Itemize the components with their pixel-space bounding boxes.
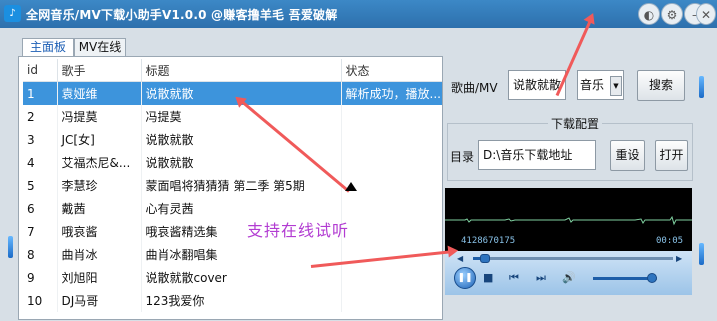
cell-artist: 艾福杰尼&... [57, 151, 142, 174]
tab-mv-online[interactable]: MV在线 [74, 38, 126, 56]
table-row[interactable]: 7 哦哀酱 哦哀酱精选集 [23, 220, 442, 243]
volume-slider[interactable] [593, 273, 657, 283]
search-type-select[interactable]: 音乐 ▼ [577, 70, 624, 100]
cell-id: 8 [23, 243, 58, 266]
cell-status [341, 197, 442, 220]
column-header-title[interactable]: 标题 [141, 59, 342, 82]
track-code: 4128670175 [461, 236, 516, 246]
time-display: 00:05 [656, 236, 684, 246]
cell-status [341, 128, 442, 151]
volume-level [593, 277, 652, 280]
cell-title: 123我爱你 [141, 289, 342, 312]
reset-button[interactable]: 重设 [610, 140, 645, 171]
cell-artist: 冯提莫 [57, 105, 142, 128]
cell-status [341, 105, 442, 128]
cell-title: 蒙面唱将猜猜猜 第二季 第5期 [141, 174, 342, 197]
search-type-value: 音乐 [580, 78, 605, 92]
cell-status [341, 220, 442, 243]
open-button[interactable]: 打开 [655, 140, 688, 171]
results-table: id 歌手 标题 状态 1 袁娅维 说散就散 解析成功，播放... 2 冯提莫 冯提莫 3 JC… [23, 59, 442, 312]
previous-icon[interactable]: ⏮ [509, 269, 519, 287]
right-scroll-handle-top[interactable] [699, 76, 704, 98]
cell-id: 2 [23, 105, 58, 128]
cell-artist: 曲肖冰 [57, 243, 142, 266]
volume-icon[interactable]: 🔊 [562, 269, 576, 287]
cell-id: 9 [23, 266, 58, 289]
search-label: 歌曲/MV [451, 81, 498, 95]
results-panel: id 歌手 标题 状态 1 袁娅维 说散就散 解析成功，播放... 2 冯提莫 冯提莫 3 JC… [18, 56, 443, 320]
cell-id: 1 [23, 81, 58, 105]
cell-status [341, 266, 442, 289]
stop-icon[interactable]: ■ [483, 269, 493, 287]
cell-title: 说散就散cover [141, 266, 342, 289]
tab-main-panel[interactable]: 主面板 [22, 38, 74, 56]
cell-status [341, 151, 442, 174]
table-row[interactable]: 2 冯提莫 冯提莫 [23, 105, 442, 128]
player-controls: ◀ ▶ ❚❚ ■ ⏮ ⏭ 🔊 [445, 251, 692, 295]
cell-title: 说散就散 [141, 151, 342, 174]
cell-artist: 刘旭阳 [57, 266, 142, 289]
column-header-status[interactable]: 状态 [341, 59, 442, 82]
dir-label: 目录 [450, 150, 475, 164]
cell-id: 10 [23, 289, 58, 312]
seek-handle[interactable] [480, 254, 490, 263]
skin-icon[interactable]: ◐ [638, 3, 660, 25]
left-scroll-handle[interactable] [8, 236, 13, 258]
right-scroll-handle-bottom[interactable] [699, 243, 704, 265]
table-row[interactable]: 5 李慧珍 蒙面唱将猜猜猜 第二季 第5期 [23, 174, 442, 197]
seek-forward-icon[interactable]: ▶ [676, 250, 682, 268]
table-row[interactable]: 6 戴茜 心有灵茜 [23, 197, 442, 220]
cell-artist: 袁娅维 [57, 81, 142, 105]
pause-icon[interactable]: ❚❚ [454, 267, 476, 289]
media-player: 4128670175 00:05 ◀ ▶ ❚❚ ■ ⏮ ⏭ 🔊 [445, 188, 692, 295]
cell-id: 3 [23, 128, 58, 151]
cell-title: 曲肖冰翻唱集 [141, 243, 342, 266]
seek-bar[interactable] [473, 254, 673, 263]
cell-title: 冯提莫 [141, 105, 342, 128]
table-row[interactable]: 8 曲肖冰 曲肖冰翻唱集 [23, 243, 442, 266]
window-title: 全网音乐/MV下载小助手V1.0.0 @赚客撸羊毛 吾爱破解 [26, 8, 338, 22]
download-config-title: 下载配置 [548, 115, 603, 132]
table-row[interactable]: 10 DJ马哥 123我爱你 [23, 289, 442, 312]
cell-artist: 李慧珍 [57, 174, 142, 197]
cell-artist: JC[女] [57, 128, 142, 151]
cell-artist: 哦哀酱 [57, 220, 142, 243]
cell-id: 6 [23, 197, 58, 220]
table-row[interactable]: 4 艾福杰尼&... 说散就散 [23, 151, 442, 174]
column-header-artist[interactable]: 歌手 [57, 59, 142, 82]
cell-artist: 戴茜 [57, 197, 142, 220]
title-bar: ♪ 全网音乐/MV下载小助手V1.0.0 @赚客撸羊毛 吾爱破解 ◐ ⚙ – ✕ [0, 0, 717, 28]
column-header-id[interactable]: id [23, 59, 58, 82]
waveform-display [445, 215, 692, 226]
cell-title: 说散就散 [141, 128, 342, 151]
chevron-down-icon: ▼ [610, 76, 622, 96]
cell-id: 5 [23, 174, 58, 197]
search-button[interactable]: 搜索 [637, 70, 685, 101]
cell-status [341, 289, 442, 312]
table-header: id 歌手 标题 状态 [23, 59, 442, 82]
table-row[interactable]: 3 JC[女] 说散就散 [23, 128, 442, 151]
cell-id: 7 [23, 220, 58, 243]
cursor-marker [345, 182, 357, 191]
table-row[interactable]: 9 刘旭阳 说散就散cover [23, 266, 442, 289]
cell-id: 4 [23, 151, 58, 174]
cell-status: 解析成功，播放... [341, 81, 442, 105]
annotation-text: 支持在线试听 [247, 221, 350, 240]
next-icon[interactable]: ⏭ [536, 269, 546, 287]
close-icon[interactable]: ✕ [696, 3, 716, 25]
settings-icon[interactable]: ⚙ [661, 3, 683, 25]
download-dir-field[interactable]: D:\音乐下载地址 [478, 140, 596, 170]
volume-handle[interactable] [646, 273, 657, 283]
cell-artist: DJ马哥 [57, 289, 142, 312]
music-icon: ♪ [4, 5, 21, 22]
